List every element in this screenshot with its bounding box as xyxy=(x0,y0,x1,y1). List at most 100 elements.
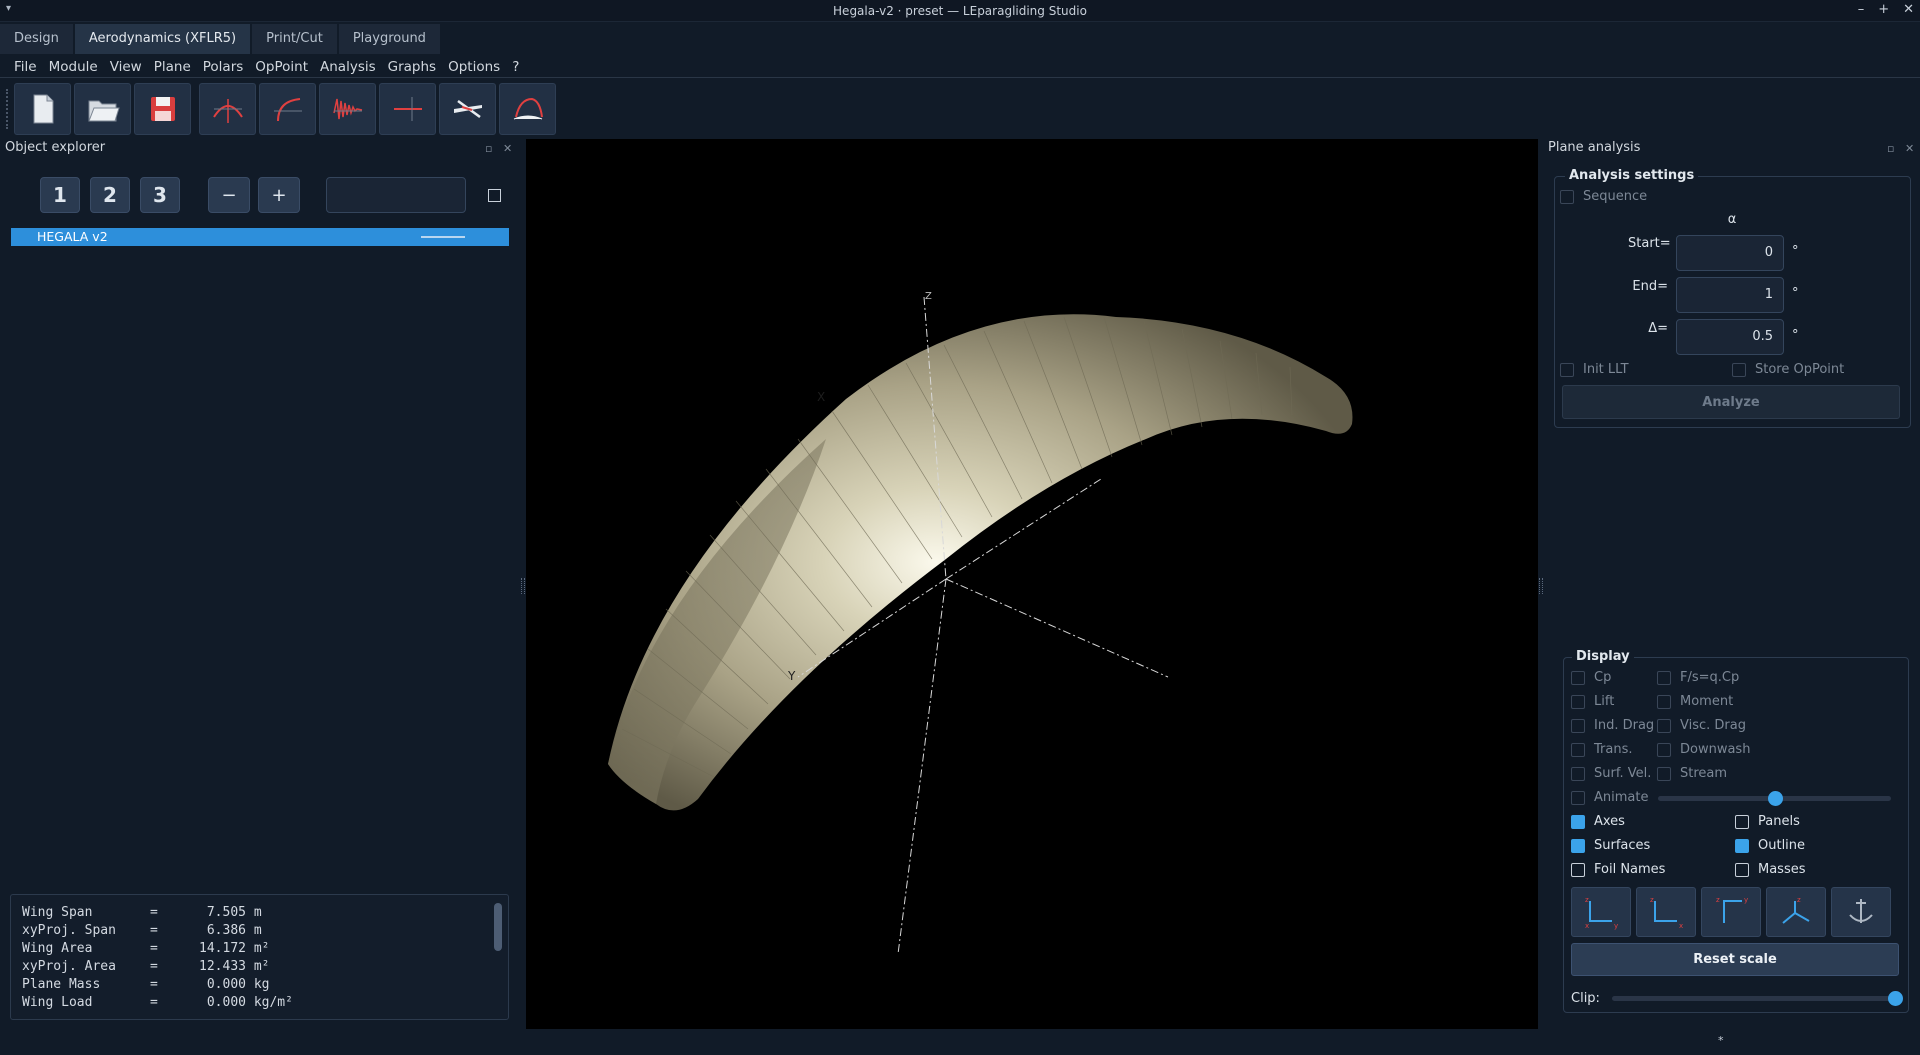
property-row: xyProj. Span = 6.386 m xyxy=(22,923,262,938)
reset-scale-button[interactable]: Reset scale xyxy=(1571,943,1899,976)
menu-view[interactable]: View xyxy=(104,59,148,75)
panels-checkbox[interactable]: Panels xyxy=(1735,814,1800,829)
wing-view-button[interactable] xyxy=(199,83,256,135)
wing-properties: Wing Span = 7.505 m xyProj. Span = 6.386 m W… xyxy=(10,894,509,1020)
end-input[interactable]: 1 xyxy=(1676,277,1784,313)
plane-analysis-title: Plane analysis xyxy=(1548,140,1641,155)
toolbar-grip[interactable] xyxy=(6,89,10,129)
y-axis-label: Y xyxy=(787,669,796,683)
close-dock-icon[interactable]: ✕ xyxy=(1905,140,1914,158)
properties-scrollbar[interactable] xyxy=(494,903,502,951)
analysis-settings-title: Analysis settings xyxy=(1565,168,1699,183)
foil-view-button[interactable] xyxy=(499,83,556,135)
expand-button[interactable]: + xyxy=(258,177,300,213)
surfaces-checkbox[interactable]: Surfaces xyxy=(1571,838,1650,853)
y-view-button[interactable]: z x xyxy=(1636,887,1696,937)
level-2-button[interactable]: 2 xyxy=(90,177,130,213)
flip-view-button[interactable] xyxy=(1831,887,1891,937)
store-opp-label: Store OpPoint xyxy=(1755,362,1845,377)
filter-checkbox[interactable] xyxy=(488,188,501,202)
outline-checkbox[interactable]: Outline xyxy=(1735,838,1805,853)
menu-plane[interactable]: Plane xyxy=(148,59,197,75)
tab-design[interactable]: Design xyxy=(0,24,73,54)
plane-analysis-panel: Plane analysis ▫ ✕ Analysis settings Seq… xyxy=(1542,139,1920,1029)
open-file-button[interactable] xyxy=(74,83,131,135)
object-explorer-title-bar: Object explorer ▫ ✕ xyxy=(0,139,520,157)
trans-checkbox[interactable]: Trans. xyxy=(1571,742,1633,757)
init-llt-checkbox[interactable]: Init LLT xyxy=(1560,362,1629,377)
menu-help[interactable]: ? xyxy=(506,59,525,75)
menu-graphs[interactable]: Graphs xyxy=(382,59,442,75)
ind-drag-checkbox[interactable]: Ind. Drag xyxy=(1571,718,1654,733)
delta-input[interactable]: 0.5 xyxy=(1676,319,1784,355)
display-title: Display xyxy=(1572,649,1634,664)
property-row: Plane Mass = 0.000 kg xyxy=(22,977,270,992)
visc-drag-checkbox[interactable]: Visc. Drag xyxy=(1657,718,1746,733)
plane-analysis-title-bar: Plane analysis ▫ ✕ xyxy=(1542,139,1920,157)
tree-item-hegala-v2[interactable]: HEGALA v2 xyxy=(11,228,509,246)
svg-text:x: x xyxy=(1585,922,1589,930)
z-view-button[interactable]: z y xyxy=(1701,887,1761,937)
collapse-button[interactable]: − xyxy=(208,177,250,213)
x-view-button[interactable]: z x y xyxy=(1571,887,1631,937)
lift-checkbox[interactable]: Lift xyxy=(1571,694,1614,709)
float-icon[interactable]: ▫ xyxy=(485,140,492,158)
masses-checkbox[interactable]: Masses xyxy=(1735,862,1806,877)
menu-file[interactable]: File xyxy=(8,59,43,75)
opp-view-button[interactable] xyxy=(379,83,436,135)
animate-checkbox[interactable]: Animate xyxy=(1571,790,1648,805)
start-input[interactable]: 0 xyxy=(1676,235,1784,271)
clip-slider[interactable] xyxy=(1612,996,1898,1001)
save-button[interactable] xyxy=(134,83,191,135)
window-menu-icon[interactable]: ▾ xyxy=(6,3,11,14)
polar-view-button[interactable] xyxy=(259,83,316,135)
x-axis-label: X xyxy=(817,390,825,404)
foil-names-checkbox[interactable]: Foil Names xyxy=(1571,862,1665,877)
cp-checkbox[interactable]: Cp xyxy=(1571,670,1611,685)
downwash-checkbox[interactable]: Downwash xyxy=(1657,742,1750,757)
3d-viewport[interactable]: X Y Z xyxy=(526,139,1538,1029)
surf-vel-checkbox[interactable]: Surf. Vel. xyxy=(1571,766,1651,781)
end-unit: ° xyxy=(1792,286,1799,301)
fsqcp-checkbox[interactable]: F/s=q.Cp xyxy=(1657,670,1739,685)
sequence-checkbox[interactable]: Sequence xyxy=(1560,189,1647,204)
left-splitter-handle[interactable] xyxy=(521,578,525,594)
plane-view-button[interactable] xyxy=(439,83,496,135)
store-opp-checkbox-box xyxy=(1732,362,1746,377)
store-opp-checkbox[interactable]: Store OpPoint xyxy=(1732,362,1844,377)
close-dock-icon[interactable]: ✕ xyxy=(503,140,512,158)
filter-input[interactable] xyxy=(326,177,466,213)
menu-options[interactable]: Options xyxy=(442,59,506,75)
moment-checkbox[interactable]: Moment xyxy=(1657,694,1733,709)
iso-view-button[interactable]: z xyxy=(1766,887,1826,937)
close-icon[interactable]: ✕ xyxy=(1903,2,1914,17)
window-controls: – + ✕ xyxy=(1858,2,1914,17)
object-explorer-title: Object explorer xyxy=(5,140,106,155)
tab-playground[interactable]: Playground xyxy=(338,24,440,54)
cp-view-button[interactable] xyxy=(319,83,376,135)
variable-label: α xyxy=(1727,212,1737,227)
menu-analysis[interactable]: Analysis xyxy=(314,59,382,75)
float-icon[interactable]: ▫ xyxy=(1887,140,1894,158)
new-file-button[interactable] xyxy=(14,83,71,135)
wing-polar-icon xyxy=(273,98,302,122)
delta-unit: ° xyxy=(1792,328,1799,343)
property-row: xyProj. Area = 12.433 m² xyxy=(22,959,270,974)
tab-aerodynamics[interactable]: Aerodynamics (XFLR5) xyxy=(74,24,251,54)
menu-module[interactable]: Module xyxy=(43,59,104,75)
menu-oppoint[interactable]: OpPoint xyxy=(249,59,314,75)
property-row: Wing Span = 7.505 m xyxy=(22,905,262,920)
level-1-button[interactable]: 1 xyxy=(40,177,80,213)
clip-slider-thumb[interactable] xyxy=(1888,991,1903,1006)
minimize-icon[interactable]: – xyxy=(1858,2,1865,17)
menu-polars[interactable]: Polars xyxy=(197,59,250,75)
canopy-render: X Y Z xyxy=(608,291,1353,955)
axes-checkbox[interactable]: Axes xyxy=(1571,814,1625,829)
tab-print-cut[interactable]: Print/Cut xyxy=(252,24,337,54)
analyze-button[interactable]: Analyze xyxy=(1562,385,1900,419)
stream-checkbox[interactable]: Stream xyxy=(1657,766,1727,781)
animate-speed-thumb[interactable] xyxy=(1767,791,1783,806)
level-3-button[interactable]: 3 xyxy=(140,177,180,213)
main-toolbar xyxy=(0,82,559,136)
maximize-icon[interactable]: + xyxy=(1878,2,1889,17)
